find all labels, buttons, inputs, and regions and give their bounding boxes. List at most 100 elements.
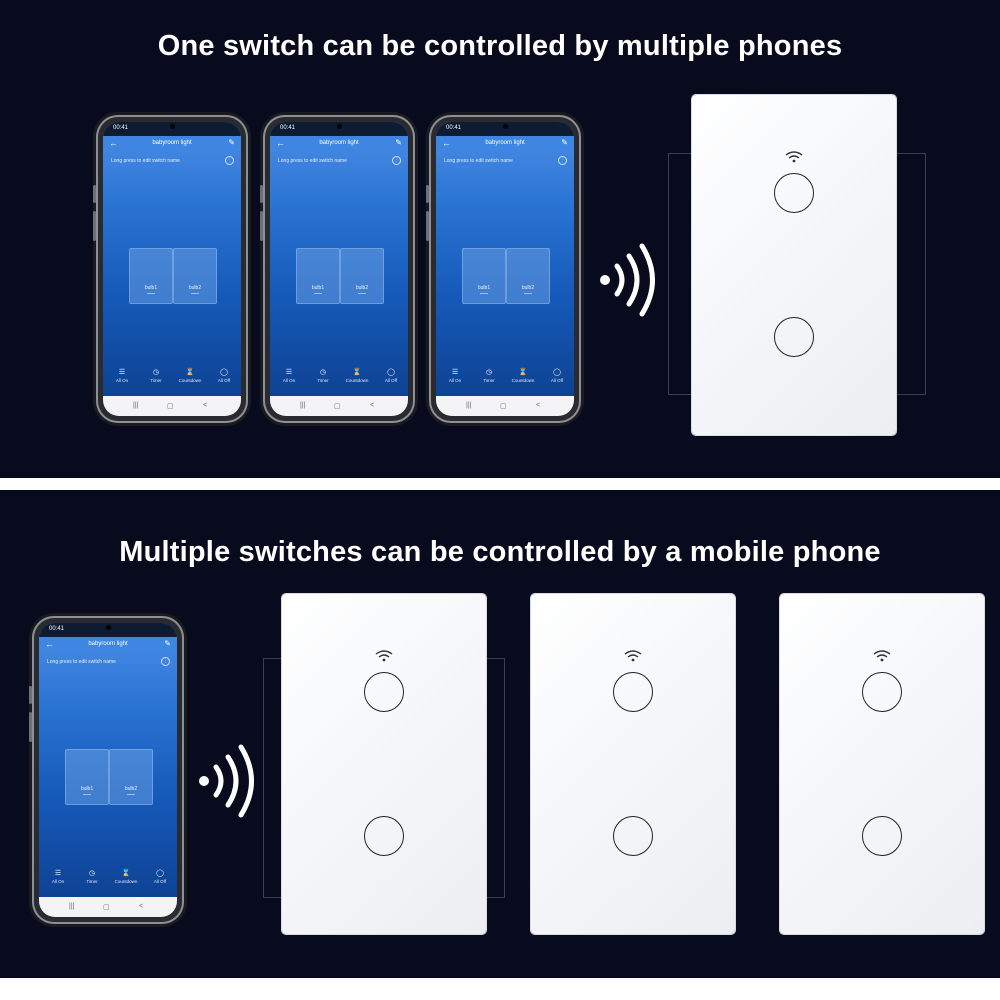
countdown-icon: ⌛ (121, 870, 131, 877)
back-icon[interactable]: < (370, 402, 374, 409)
edit-hint: Long press to edit switch name (47, 659, 116, 665)
wall-switch (780, 594, 984, 934)
bottom-border (0, 978, 1000, 1000)
tool-timer[interactable]: ◷ Timer (308, 368, 338, 383)
all-off-icon: ◯ (553, 369, 561, 376)
wifi-icon (785, 151, 803, 163)
tool-all-on[interactable]: ☰ All On (440, 368, 470, 383)
tool-countdown[interactable]: ⌛ Countdown (175, 368, 205, 383)
phone-side-button (260, 211, 263, 241)
all-off-icon: ◯ (220, 369, 228, 376)
camera-notch (503, 124, 508, 129)
app-toolbar: ☰ All On ◷ Timer ⌛ Countdown ◯ All Off (270, 368, 408, 394)
back-icon[interactable]: < (139, 903, 143, 910)
tool-countdown[interactable]: ⌛ Countdown (342, 368, 372, 383)
tool-all-on[interactable]: ☰ All On (107, 368, 137, 383)
gang-button-1[interactable]: bulb1 (129, 248, 173, 304)
tool-all-off[interactable]: ◯ All Off (542, 368, 572, 383)
back-icon[interactable]: < (203, 402, 207, 409)
touch-button-1 (613, 672, 653, 712)
wireless-signal-icon (600, 243, 655, 317)
tool-all-off[interactable]: ◯ All Off (209, 368, 239, 383)
wall-switch (531, 594, 735, 934)
touch-button-1 (364, 672, 404, 712)
app-title: babyroom light (485, 140, 525, 146)
recent-apps-icon[interactable]: ||| (133, 402, 138, 409)
tool-countdown[interactable]: ⌛ Countdown (508, 368, 538, 383)
home-icon[interactable]: ▢ (103, 903, 110, 911)
all-on-icon: ☰ (118, 369, 126, 376)
all-off-icon: ◯ (156, 870, 164, 877)
gang-label: bulb1 (144, 285, 158, 291)
tool-countdown[interactable]: ⌛ Countdown (111, 869, 141, 884)
phone-side-button (93, 185, 96, 203)
home-icon[interactable]: ▢ (500, 402, 507, 410)
settings-icon[interactable]: ⋮ (558, 156, 567, 165)
edit-hint: Long press to edit switch name (444, 158, 513, 164)
smartphone: 00:41 ← babyroom light ✎ Long press to e… (260, 115, 415, 423)
timer-icon: ◷ (319, 369, 327, 376)
settings-icon[interactable]: ⋮ (161, 657, 170, 666)
gang-button-2[interactable]: bulb2 (340, 248, 384, 304)
tool-all-off[interactable]: ◯ All Off (376, 368, 406, 383)
app-toolbar: ☰ All On ◷ Timer ⌛ Countdown ◯ All Off (39, 869, 177, 895)
wifi-icon (624, 650, 642, 662)
touch-button-1 (774, 173, 814, 213)
settings-icon[interactable]: ⋮ (225, 156, 234, 165)
smartphone: 00:41 ← babyroom light ✎ Long press to e… (426, 115, 581, 423)
countdown-icon: ⌛ (518, 369, 528, 376)
countdown-icon: ⌛ (352, 369, 362, 376)
phone-screen: 00:41 ← babyroom light ✎ Long press to e… (39, 623, 177, 917)
phone-side-button (29, 686, 32, 704)
top-headline: One switch can be controlled by multiple… (157, 30, 843, 62)
camera-notch (106, 625, 111, 630)
edit-pencil-icon[interactable]: ✎ (164, 639, 171, 648)
bottom-panel: Multiple switches can be controlled by a… (0, 490, 1000, 978)
tool-timer[interactable]: ◷ Timer (474, 368, 504, 383)
gang-label: bulb2 (521, 285, 535, 291)
recent-apps-icon[interactable]: ||| (69, 903, 74, 910)
touch-button-2 (774, 317, 814, 357)
back-icon[interactable]: < (536, 402, 540, 409)
edit-pencil-icon[interactable]: ✎ (395, 138, 402, 147)
all-on-icon: ☰ (54, 870, 62, 877)
app-toolbar: ☰ All On ◷ Timer ⌛ Countdown ◯ All Off (103, 368, 241, 394)
gang-label: bulb1 (80, 786, 94, 792)
gang-button-1[interactable]: bulb1 (65, 749, 109, 805)
countdown-icon: ⌛ (185, 369, 195, 376)
tool-timer[interactable]: ◷ Timer (77, 869, 107, 884)
all-on-icon: ☰ (285, 369, 293, 376)
home-icon[interactable]: ▢ (167, 402, 174, 410)
app-toolbar: ☰ All On ◷ Timer ⌛ Countdown ◯ All Off (436, 368, 574, 394)
gang-button-1[interactable]: bulb1 (462, 248, 506, 304)
status-bar: 00:41 (103, 122, 241, 136)
wall-switch (282, 594, 486, 934)
phone-screen: 00:41 ← babyroom light ✎ Long press to e… (436, 122, 574, 416)
top-panel: One switch can be controlled by multiple… (0, 0, 1000, 478)
tool-timer[interactable]: ◷ Timer (141, 368, 171, 383)
touch-button-1 (862, 672, 902, 712)
android-nav-bar: ||| ▢ < (39, 897, 177, 917)
recent-apps-icon[interactable]: ||| (300, 402, 305, 409)
camera-notch (170, 124, 175, 129)
gang-button-2[interactable]: bulb2 (109, 749, 153, 805)
edit-pencil-icon[interactable]: ✎ (228, 138, 235, 147)
gang-button-2[interactable]: bulb2 (173, 248, 217, 304)
home-icon[interactable]: ▢ (334, 402, 341, 410)
edit-pencil-icon[interactable]: ✎ (561, 138, 568, 147)
status-bar: 00:41 (270, 122, 408, 136)
recent-apps-icon[interactable]: ||| (466, 402, 471, 409)
gang-button-1[interactable]: bulb1 (296, 248, 340, 304)
tool-all-off[interactable]: ◯ All Off (145, 869, 175, 884)
phone-screen: 00:41 ← babyroom light ✎ Long press to e… (103, 122, 241, 416)
wireless-signal-icon (199, 744, 254, 818)
touch-button-2 (862, 816, 902, 856)
tool-all-on[interactable]: ☰ All On (274, 368, 304, 383)
timer-icon: ◷ (485, 369, 493, 376)
settings-icon[interactable]: ⋮ (392, 156, 401, 165)
tool-all-on[interactable]: ☰ All On (43, 869, 73, 884)
timer-icon: ◷ (152, 369, 160, 376)
gang-label: bulb2 (188, 285, 202, 291)
smartphone: 00:41 ← babyroom light ✎ Long press to e… (29, 616, 184, 924)
gang-button-2[interactable]: bulb2 (506, 248, 550, 304)
